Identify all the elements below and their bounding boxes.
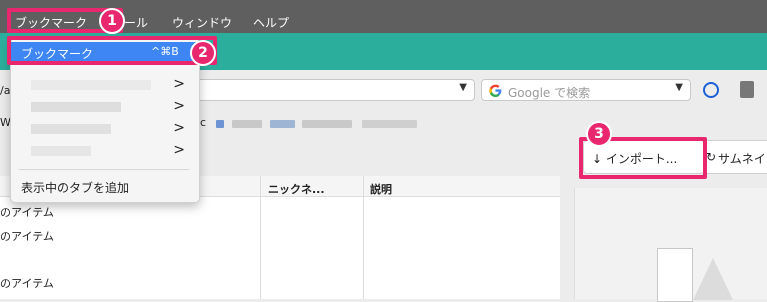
- blurred-bookmark[interactable]: [362, 120, 417, 128]
- menu-help[interactable]: ヘルプ: [253, 14, 289, 31]
- url-bar[interactable]: ▼: [190, 79, 475, 101]
- sync-icon: ↻: [706, 150, 717, 164]
- submenu-item[interactable]: >: [23, 76, 193, 94]
- blurred-bookmark[interactable]: [232, 120, 262, 128]
- preview-pane: [574, 188, 767, 302]
- chevron-right-icon: >: [173, 76, 185, 92]
- chevron-right-icon: >: [173, 120, 185, 136]
- column-nickname[interactable]: ニックネ...: [268, 181, 325, 197]
- chevron-down-icon[interactable]: ▼: [459, 82, 467, 93]
- url-fragment: /a: [0, 84, 11, 97]
- menu-window[interactable]: ウィンドウ: [172, 14, 232, 31]
- annotation-number-1: 1: [99, 8, 125, 34]
- annotation-number-2: 2: [190, 40, 216, 66]
- chevron-down-icon[interactable]: ▼: [675, 82, 683, 93]
- submenu-item[interactable]: >: [23, 142, 193, 160]
- submenu-item[interactable]: >: [23, 98, 193, 116]
- blurred-bookmark[interactable]: [270, 120, 295, 128]
- google-icon: [489, 84, 502, 97]
- blurred-bookmark[interactable]: [216, 120, 224, 128]
- column-description[interactable]: 説明: [370, 181, 392, 197]
- column-divider: [260, 176, 261, 299]
- preview-thumbnail: [657, 248, 693, 302]
- search-placeholder: Google で検索: [508, 86, 591, 100]
- column-divider: [363, 176, 364, 299]
- annotation-number-3: 3: [586, 121, 612, 147]
- annotation-box-2: [7, 36, 217, 65]
- menu-item-add-current-tab[interactable]: 表示中のタブを追加: [21, 179, 129, 196]
- table-row[interactable]: のアイテム: [0, 228, 54, 244]
- menu-divider: [19, 169, 189, 170]
- chevron-right-icon: >: [173, 98, 185, 114]
- password-manager-icon[interactable]: [703, 82, 719, 98]
- chevron-right-icon: >: [173, 142, 185, 158]
- table-row[interactable]: のアイテム: [0, 204, 54, 220]
- table-row[interactable]: のアイテム: [0, 275, 54, 291]
- blurred-bookmark[interactable]: [302, 120, 352, 128]
- bookmark-fragment-c: c: [200, 116, 207, 129]
- extension-icon[interactable]: [740, 81, 754, 98]
- submenu-item[interactable]: >: [23, 120, 193, 138]
- preview-shape: [693, 258, 733, 300]
- menu-tools[interactable]: ール: [124, 14, 148, 31]
- sync-thumbnail-button[interactable]: ↻ サムネイ: [703, 140, 767, 174]
- search-input[interactable]: Google で検索 ▼: [481, 79, 691, 101]
- sync-label: サムネイ: [718, 152, 766, 166]
